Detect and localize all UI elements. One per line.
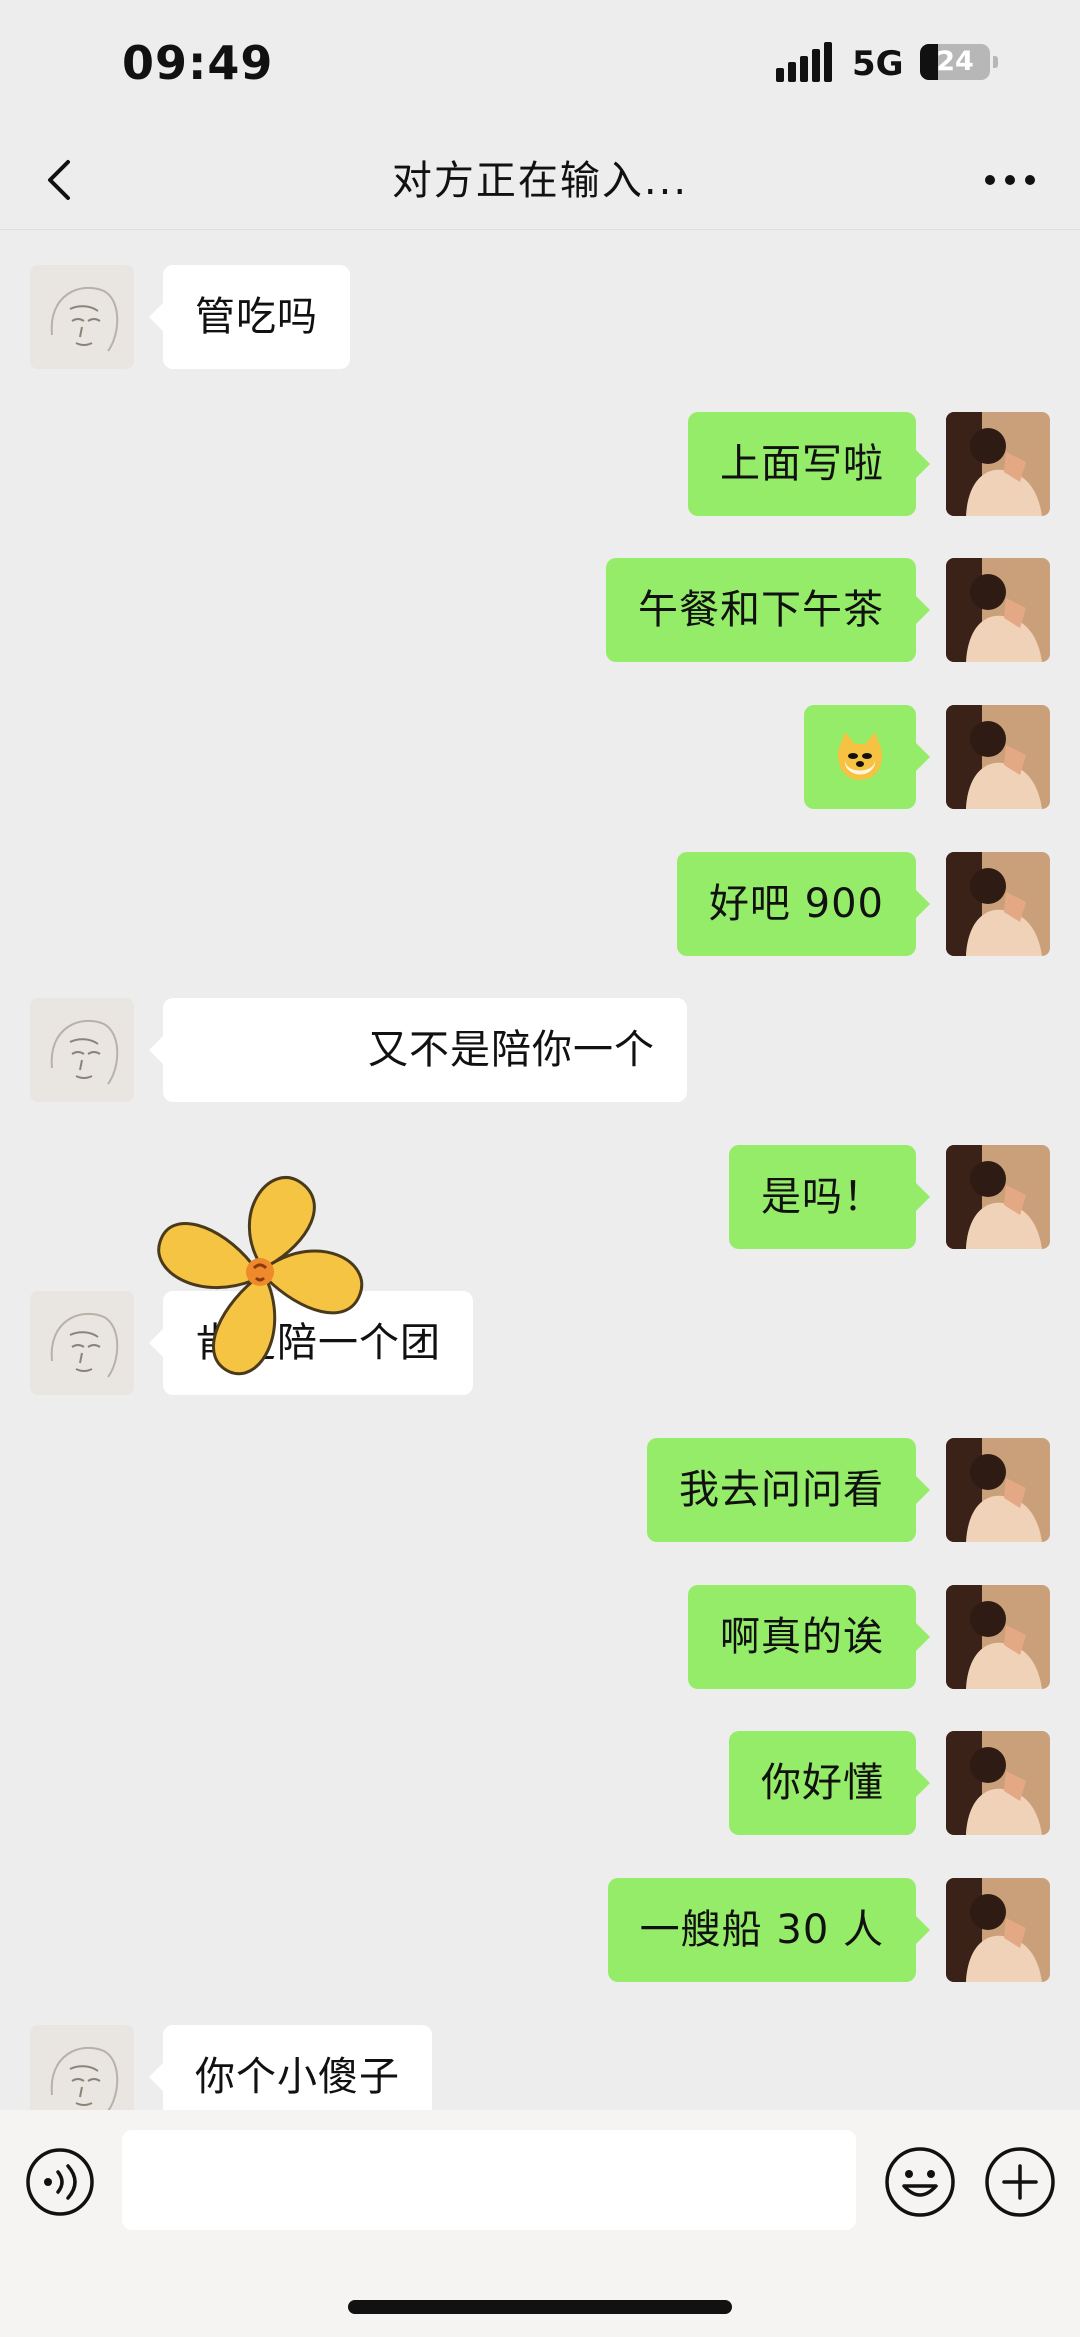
plus-icon[interactable]: [982, 2144, 1058, 2220]
home-indicator[interactable]: [348, 2300, 732, 2314]
message-bubble[interactable]: 你好懂: [729, 1731, 930, 1835]
self-avatar[interactable]: [946, 1731, 1050, 1835]
self-avatar[interactable]: [946, 412, 1050, 516]
self-avatar[interactable]: [946, 1438, 1050, 1542]
message-row: 一艘船 30 人: [0, 1878, 1080, 1982]
battery-tip: [993, 56, 998, 68]
message-bubble[interactable]: [804, 705, 930, 809]
status-bar: 09:49 5G 24: [0, 0, 1080, 130]
message-row: 啊真的诶: [0, 1585, 1080, 1689]
contact-avatar[interactable]: [30, 1291, 134, 1395]
contact-avatar[interactable]: [30, 998, 134, 1102]
contact-avatar[interactable]: [30, 265, 134, 369]
message-bubble[interactable]: 我去问问看: [647, 1438, 930, 1542]
message-row: 管吃吗: [0, 265, 1080, 369]
message-row: 我去问问看: [0, 1438, 1080, 1542]
self-avatar[interactable]: [946, 1145, 1050, 1249]
message-bubble[interactable]: 又不是陪你一个: [149, 998, 687, 1102]
message-bubble[interactable]: 午餐和下午茶: [606, 558, 930, 662]
battery-level: 24: [936, 46, 974, 77]
voice-icon[interactable]: [24, 2146, 96, 2218]
message-bubble[interactable]: 上面写啦: [688, 412, 930, 516]
message-row: 又不是陪你一个: [0, 998, 1080, 1102]
flower-sticker: [157, 1176, 364, 1376]
message-bubble[interactable]: 啊真的诶: [688, 1585, 930, 1689]
self-avatar[interactable]: [946, 1585, 1050, 1689]
self-avatar[interactable]: [946, 705, 1050, 809]
message-bubble[interactable]: 好吧 900: [676, 852, 931, 956]
chat-title: 对方正在输入...: [391, 158, 689, 204]
self-avatar[interactable]: [946, 1878, 1050, 1982]
battery-icon: 24: [920, 44, 990, 80]
doge-emoji-icon: [837, 732, 883, 780]
message-row: 好吧 900: [0, 852, 1080, 956]
status-time: 09:49: [122, 36, 274, 90]
network-type: 5G: [852, 44, 904, 84]
signal-icon: [776, 42, 832, 82]
message-row: 午餐和下午茶: [0, 558, 1080, 662]
more-dots-icon[interactable]: [980, 160, 1040, 200]
message-bubble[interactable]: 是吗！: [729, 1145, 930, 1249]
self-avatar[interactable]: [946, 852, 1050, 956]
message-row: [0, 705, 1080, 809]
self-avatar[interactable]: [946, 558, 1050, 662]
emoji-icon[interactable]: [882, 2144, 958, 2220]
message-input[interactable]: [122, 2130, 856, 2230]
message-bubble[interactable]: 一艘船 30 人: [607, 1878, 931, 1982]
chat-list[interactable]: 管吃吗 上面写啦 午餐和下午茶 好吧 900 又不是陪你一个 是吗！ 肯定陪一个…: [0, 230, 1080, 2129]
message-row: 上面写啦: [0, 412, 1080, 516]
message-row: 你好懂: [0, 1731, 1080, 1835]
chat-header: 对方正在输入...: [0, 130, 1080, 230]
message-bubble[interactable]: 管吃吗: [149, 265, 350, 369]
